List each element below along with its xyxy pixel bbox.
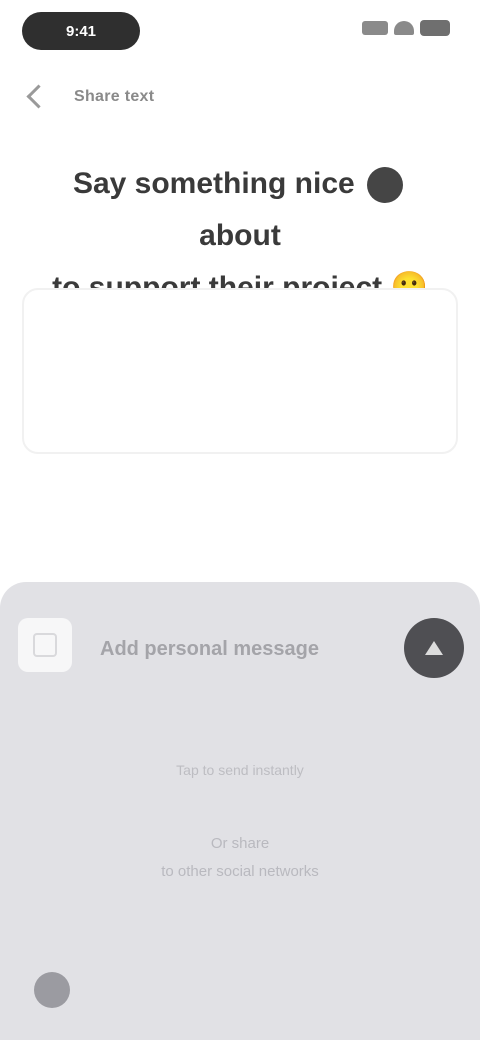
attachment-thumbnail[interactable] (18, 618, 72, 672)
send-arrow-icon (425, 641, 443, 655)
status-icons (362, 20, 450, 36)
headline-part2: about (199, 219, 281, 252)
message-textarea[interactable] (22, 288, 458, 454)
share-options-line1: Or share (210, 835, 270, 852)
send-hint: Tap to send instantly (176, 762, 304, 778)
headline-part1: Say something nice (72, 167, 355, 200)
image-icon (33, 633, 57, 657)
nav-title: Share text (74, 88, 155, 105)
share-options[interactable]: Or share to other social networks (0, 830, 480, 886)
wifi-icon (394, 21, 414, 35)
share-options-line2: to other social networks (161, 863, 319, 880)
status-bar: 9:41 (0, 0, 480, 64)
signal-icon (362, 21, 388, 35)
status-time-pill: 9:41 (22, 12, 140, 50)
send-button[interactable] (404, 618, 464, 678)
avatar (367, 167, 404, 204)
nav-bar: Share text (0, 80, 480, 116)
battery-icon (420, 20, 450, 36)
status-time: 9:41 (65, 22, 97, 40)
share-sheet: Add personal message Tap to send instant… (0, 582, 480, 1040)
back-arrow-icon[interactable] (26, 84, 51, 109)
help-icon[interactable] (34, 972, 70, 1008)
personal-message-input[interactable]: Add personal message (100, 638, 319, 661)
